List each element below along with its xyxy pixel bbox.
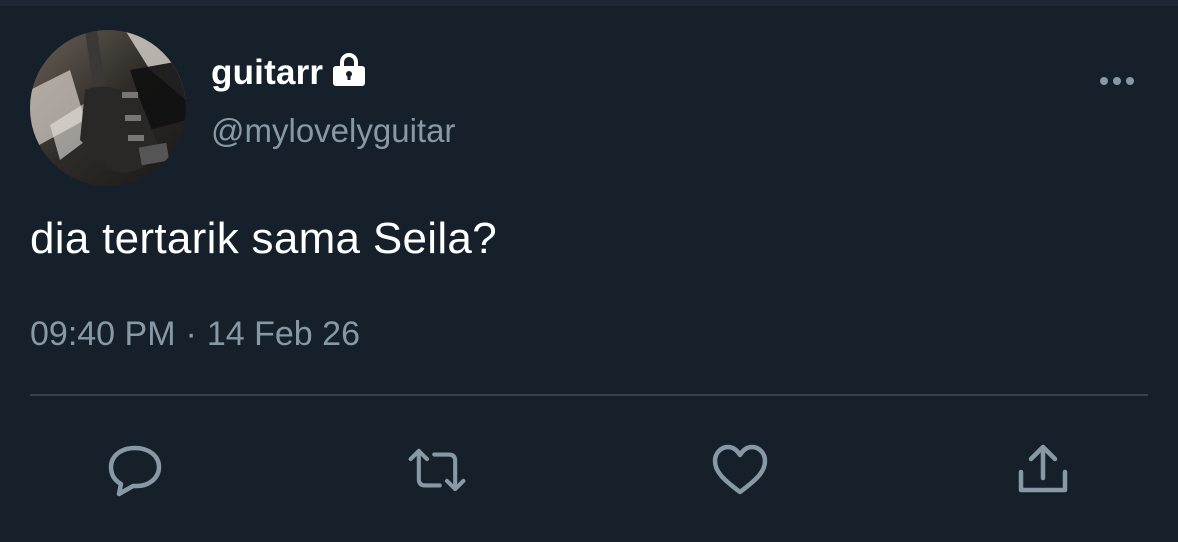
divider [30, 394, 1148, 396]
guitar-photo-avatar-image [30, 30, 186, 186]
avatar[interactable] [30, 30, 186, 186]
like-button[interactable] [710, 440, 770, 500]
retweet-arrows-icon [408, 448, 466, 492]
tweet-time: 09:40 PM [30, 315, 176, 353]
more-options-icon[interactable] [1094, 70, 1140, 92]
tweet-timestamp[interactable]: 09:40 PM · 14 Feb 26 [30, 315, 360, 354]
user-handle[interactable]: @mylovelyguitar [211, 112, 455, 150]
timestamp-separator: · [185, 315, 197, 353]
reply-button[interactable] [105, 440, 165, 500]
lock-icon [331, 53, 367, 87]
top-border [0, 0, 1178, 6]
tweet-date: 14 Feb 26 [206, 315, 360, 353]
heart-icon [712, 444, 768, 495]
display-name-row: guitarr [211, 50, 367, 96]
share-upload-icon [1018, 444, 1068, 493]
display-name[interactable]: guitarr [211, 53, 323, 93]
comment-bubble-icon [108, 445, 162, 497]
tweet-text: dia tertarik sama Seila? [30, 214, 497, 263]
retweet-button[interactable] [407, 440, 467, 500]
share-button[interactable] [1013, 440, 1073, 500]
